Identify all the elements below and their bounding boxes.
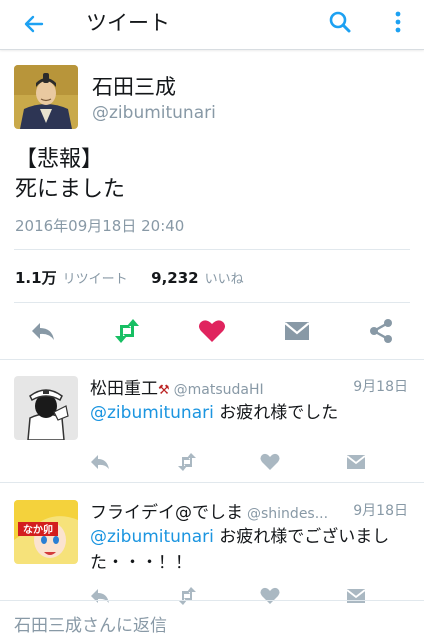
page-title: ツイート [86,11,170,35]
author-name[interactable]: 石田三成 [92,71,176,101]
more-options-icon[interactable] [386,6,410,38]
divider [14,249,410,250]
reply-actions [0,450,424,474]
mention-link[interactable]: @zibumitunari [90,403,214,423]
main-tweet: 石田三成 @zibumitunari 【悲報】 死にました 2016年09月18… [0,51,424,359]
search-icon[interactable] [324,6,356,38]
tweet-text-line: 【悲報】 [15,147,104,172]
tweet-text-line: 死にました [15,177,126,202]
reply-tweet[interactable]: なか卯 フライデイ@でしま @shindes... 9月18日 @zibumitu… [0,484,424,605]
retweet-stat[interactable]: 1.1万 リツイート [15,269,128,287]
reply-author[interactable]: 松田重工⚒ @matsudaHI [90,374,264,399]
avatar[interactable] [14,376,78,440]
reply-author-handle: @matsudaHI [173,382,264,398]
like-count: 9,232 [151,269,199,287]
direct-message-icon[interactable] [344,450,368,474]
avatar-logo-text: なか卯 [23,523,53,536]
reply-date: 9月18日 [353,379,408,395]
reply-text-body: お疲れ様でした [213,403,339,423]
reply-author-name: フライデイ@でしま [90,503,243,523]
retweet-count: 1.1万 [15,269,57,287]
top-app-bar: ツイート [0,0,424,50]
like-heart-icon[interactable] [258,450,282,474]
divider [0,482,424,483]
reply-text: @zibumitunari お疲れ様でございました・・・！！ [90,524,412,576]
share-icon[interactable] [365,315,397,347]
like-stat[interactable]: 9,232 いいね [151,269,243,287]
tweet-timestamp: 2016年09月18日 20:40 [15,217,185,235]
reply-icon[interactable] [27,315,59,347]
retweet-icon[interactable] [175,450,199,474]
avatar[interactable]: なか卯 [14,500,78,564]
reply-composer[interactable]: 石田三成さんに返信 [0,600,424,640]
retweet-label: リツイート [62,272,128,287]
reply-tweet[interactable]: 松田重工⚒ @matsudaHI 9月18日 @zibumitunari お疲れ様… [0,360,424,482]
reply-text: @zibumitunari お疲れ様でした [90,400,412,426]
author-handle[interactable]: @zibumitunari [92,103,216,123]
avatar[interactable] [14,65,78,129]
tweet-text: 【悲報】 死にました [15,145,125,205]
like-heart-icon[interactable] [196,315,228,347]
reply-icon[interactable] [88,450,112,474]
reply-author-name: 松田重工 [90,379,158,399]
mention-link[interactable]: @zibumitunari [90,527,214,547]
like-label: いいね [204,272,244,287]
crossed-swords-emoji-icon: ⚒ [158,383,170,398]
reply-author[interactable]: フライデイ@でしま @shindes... [90,498,328,523]
reply-date: 9月18日 [353,503,408,519]
reply-input-placeholder[interactable]: 石田三成さんに返信 [14,611,167,636]
divider [14,302,410,303]
tweet-actions [0,313,424,349]
reply-author-handle: @shindes... [247,506,329,522]
back-arrow-icon[interactable] [18,8,50,40]
retweet-icon[interactable] [111,315,143,347]
direct-message-icon[interactable] [281,315,313,347]
tweet-stats: 1.1万 リツイート 9,232 いいね [15,267,244,288]
